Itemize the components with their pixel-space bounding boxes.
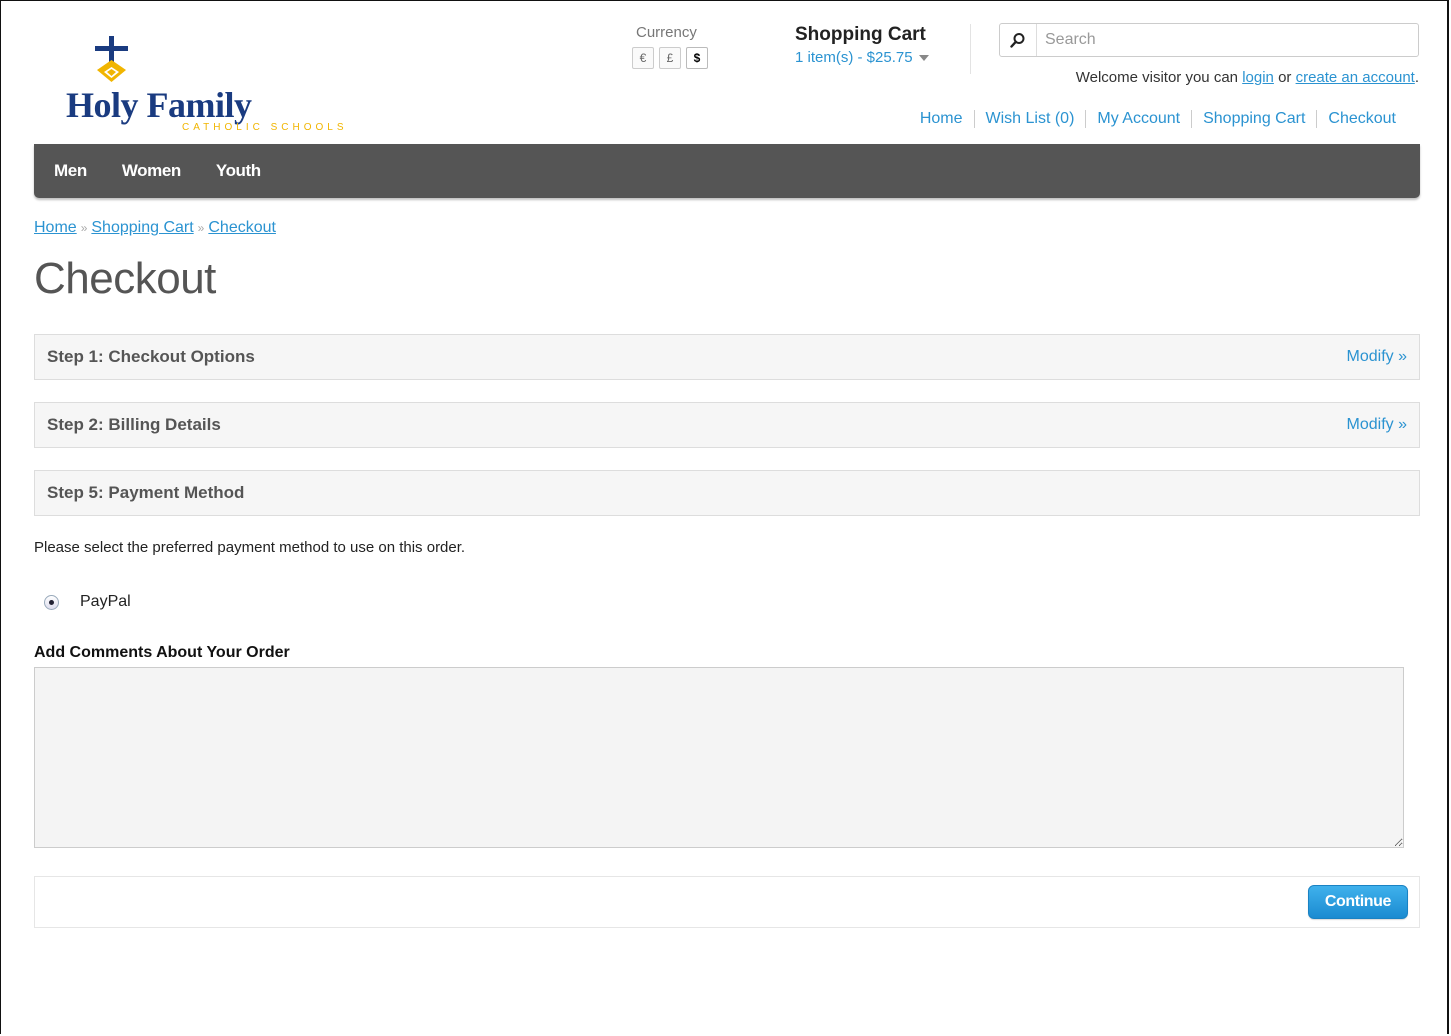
- top-link-home[interactable]: Home: [909, 110, 974, 128]
- payment-instructions: Please select the preferred payment meth…: [34, 539, 466, 556]
- breadcrumb: Home» Shopping Cart» Checkout: [34, 219, 276, 237]
- top-link-checkout[interactable]: Checkout: [1316, 110, 1407, 128]
- cart-widget[interactable]: Shopping Cart 1 item(s) - $25.75: [795, 24, 971, 74]
- breadcrumb-separator: »: [80, 221, 88, 235]
- breadcrumb-cart[interactable]: Shopping Cart: [91, 219, 193, 236]
- cart-total[interactable]: 1 item(s) - $25.75: [795, 49, 970, 66]
- top-links: Home Wish List (0) My Account Shopping C…: [909, 110, 1407, 128]
- radio-selected-dot: [49, 599, 54, 605]
- breadcrumb-home[interactable]: Home: [34, 219, 77, 236]
- currency-pound-button[interactable]: £: [659, 47, 681, 69]
- cross-heart-icon: [95, 36, 128, 82]
- step-payment-method: Step 5: Payment Method: [34, 470, 1420, 516]
- currency-label: Currency: [636, 24, 697, 41]
- breadcrumb-checkout[interactable]: Checkout: [208, 219, 276, 236]
- buttons-bar: Continue: [34, 876, 1420, 928]
- create-account-link[interactable]: create an account: [1296, 69, 1415, 86]
- top-link-wishlist[interactable]: Wish List (0): [973, 110, 1086, 128]
- search-button[interactable]: [1000, 24, 1037, 56]
- top-link-account[interactable]: My Account: [1085, 110, 1191, 128]
- main-menu: Men Women Youth: [34, 144, 1420, 198]
- top-link-cart[interactable]: Shopping Cart: [1191, 110, 1316, 128]
- brand-name: Holy Family: [66, 85, 252, 125]
- chevron-down-icon: [918, 54, 929, 61]
- step-title: Step 5: Payment Method: [47, 483, 245, 502]
- continue-button[interactable]: Continue: [1307, 885, 1408, 919]
- login-link[interactable]: login: [1242, 69, 1274, 86]
- search-input[interactable]: [1037, 30, 1407, 50]
- welcome-suffix: .: [1414, 69, 1419, 86]
- menu-item-men[interactable]: Men: [54, 161, 87, 181]
- welcome-or: or: [1278, 69, 1292, 86]
- welcome-prefix: Welcome visitor you can: [1075, 69, 1239, 86]
- search-box: [999, 23, 1419, 57]
- menu-item-youth[interactable]: Youth: [216, 161, 261, 181]
- modify-link[interactable]: Modify »: [1347, 348, 1407, 366]
- paypal-radio[interactable]: [44, 594, 59, 610]
- step-billing-details[interactable]: Step 2: Billing Details Modify »: [34, 402, 1420, 448]
- step-checkout-options[interactable]: Step 1: Checkout Options Modify »: [34, 334, 1420, 380]
- payment-option-paypal[interactable]: PayPal: [44, 593, 131, 611]
- comments-label: Add Comments About Your Order: [34, 644, 290, 661]
- currency-dollar-button[interactable]: $: [686, 47, 708, 69]
- brand-subtitle: CATHOLIC SCHOOLS: [182, 122, 348, 133]
- comments-textarea[interactable]: [34, 667, 1404, 848]
- welcome-message: Welcome visitor you can login or create …: [1076, 69, 1419, 86]
- step-title: Step 2: Billing Details: [47, 415, 221, 434]
- site-logo[interactable]: Holy Family CATHOLIC SCHOOLS: [62, 36, 382, 136]
- step-title: Step 1: Checkout Options: [47, 347, 255, 366]
- menu-item-women[interactable]: Women: [122, 161, 181, 181]
- page-title: Checkout: [34, 254, 216, 303]
- currency-euro-button[interactable]: €: [632, 47, 654, 69]
- search-icon: [1010, 33, 1025, 48]
- breadcrumb-separator: »: [197, 221, 205, 235]
- cart-total-text: 1 item(s) - $25.75: [795, 49, 913, 66]
- payment-method-label: PayPal: [80, 593, 131, 610]
- cart-title: Shopping Cart: [795, 24, 926, 45]
- currency-selector: Currency € £ $: [632, 24, 708, 69]
- modify-link[interactable]: Modify »: [1347, 416, 1407, 434]
